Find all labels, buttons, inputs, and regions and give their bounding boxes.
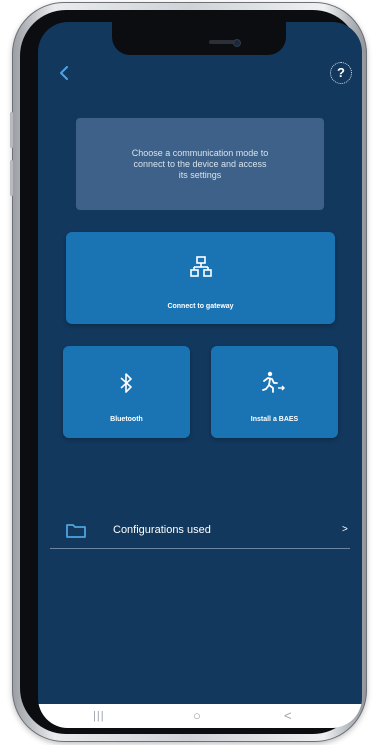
speaker-grille	[209, 40, 235, 44]
install-baes-card[interactable]: Install a BAES	[211, 346, 338, 438]
instruction-box: Choose a communication mode to connect t…	[76, 118, 324, 210]
connect-gateway-card[interactable]: Connect to gateway	[66, 232, 335, 324]
configurations-used-label: Configurations used	[113, 524, 211, 536]
bluetooth-label: Bluetooth	[110, 416, 143, 423]
install-baes-label: Install a BAES	[250, 416, 299, 423]
instruction-line-2: connect to the device and access	[133, 158, 267, 169]
recent-apps-button[interactable]: |||	[93, 710, 105, 722]
instruction-line-3: its settings	[178, 169, 222, 180]
bluetooth-icon	[120, 373, 132, 393]
instruction-text: Choose a communication mode to connect t…	[132, 148, 269, 181]
configurations-used-row[interactable]: Configurations used >	[50, 514, 350, 549]
front-camera	[233, 39, 241, 47]
system-navigation-bar: ||| ○ <	[38, 704, 362, 728]
volume-down-button	[10, 160, 13, 196]
network-hierarchy-icon	[190, 256, 212, 277]
nav-back-button[interactable]: <	[284, 708, 292, 723]
chevron-right-icon: >	[342, 524, 348, 535]
volume-up-button	[10, 112, 13, 148]
notch	[112, 22, 286, 55]
app-screen: ? Choose a communication mode to connect…	[38, 22, 362, 728]
help-icon[interactable]: ?	[330, 62, 352, 84]
connect-gateway-label: Connect to gateway	[167, 303, 234, 310]
instruction-line-1: Choose a communication mode to	[131, 147, 269, 158]
home-button[interactable]: ○	[193, 708, 201, 723]
folder-icon	[66, 524, 86, 538]
running-person-exit-icon	[262, 371, 285, 393]
chevron-left-icon[interactable]	[58, 66, 70, 80]
bluetooth-card[interactable]: Bluetooth	[63, 346, 190, 438]
